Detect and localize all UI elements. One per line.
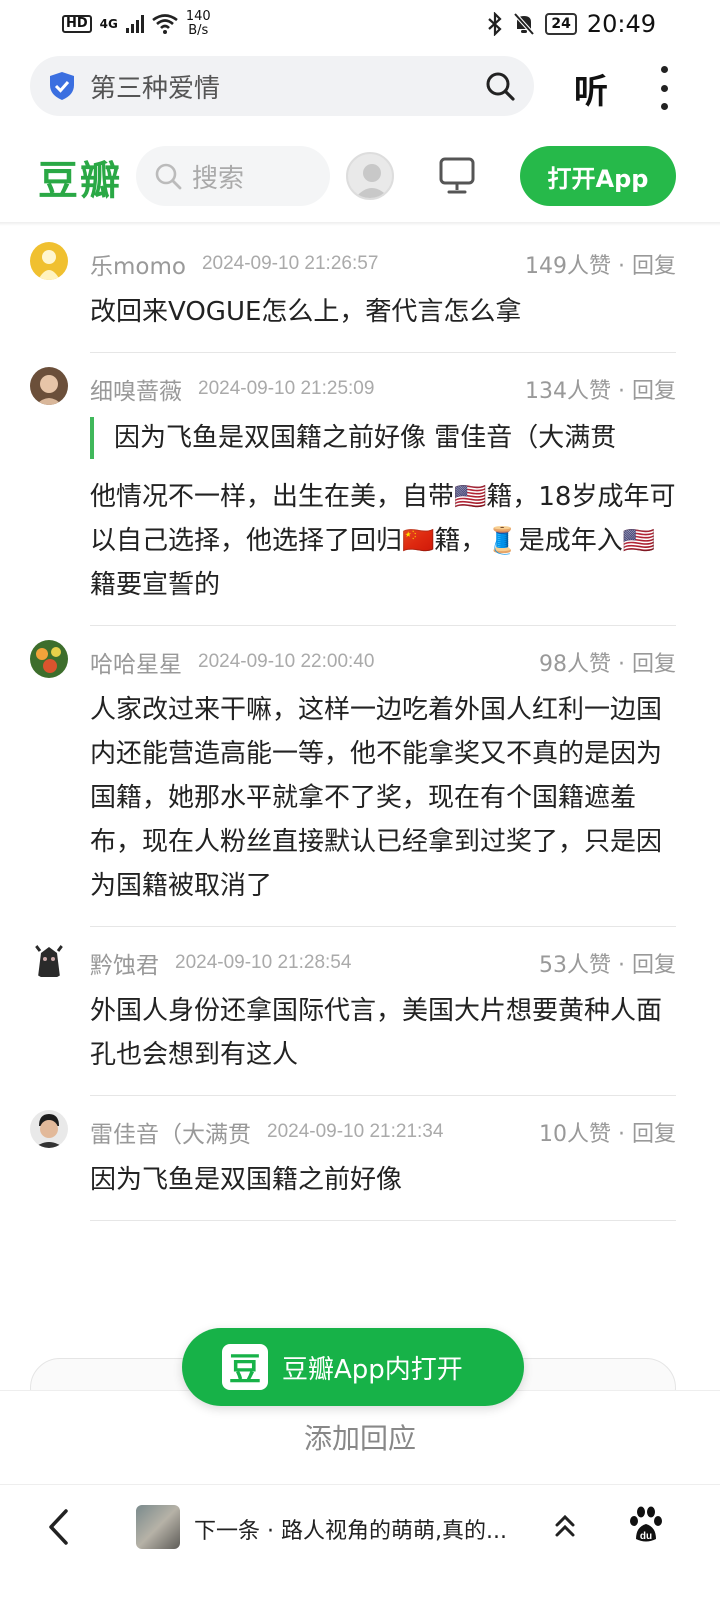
comment-text: 因为飞鱼是双国籍之前好像 (90, 1165, 403, 1195)
comment-author[interactable]: 哈哈星星 (90, 645, 182, 679)
comment-item: 乐momo 2024-09-10 21:26:57 149人赞 · 回复 改回来… (0, 238, 720, 352)
header-divider (0, 222, 720, 226)
bottom-navigation: 下一条 · 路人视角的萌萌,真的... du (0, 1484, 720, 1600)
comment-list: 乐momo 2024-09-10 21:26:57 149人赞 · 回复 改回来… (0, 238, 720, 1231)
divider (90, 625, 676, 626)
comment-time: 2024-09-10 21:25:09 (198, 378, 375, 399)
search-placeholder: 搜索 (192, 163, 245, 194)
comment-text: 外国人身份还拿国际代言，美国大片想要黄种人面孔也会想到有这人 (90, 996, 663, 1070)
back-icon[interactable] (44, 1507, 74, 1547)
like-reply-actions[interactable]: 98人赞 · 回复 (539, 646, 676, 678)
comment-item: 雷佳音（大满贯 2024-09-10 21:21:34 10人赞 · 回复 因为… (0, 1106, 720, 1220)
commenter-avatar[interactable] (30, 640, 68, 678)
comment-author[interactable]: 雷佳音（大满贯 (90, 1115, 251, 1149)
comment-time: 2024-09-10 21:28:54 (175, 952, 352, 973)
search-icon[interactable] (484, 70, 516, 102)
comment-time: 2024-09-10 21:21:34 (267, 1121, 444, 1142)
open-in-app-button[interactable]: 豆 豆瓣App内打开 (182, 1328, 524, 1406)
status-bar: HD 4G 140 B/s 24 20:49 (0, 0, 720, 48)
douban-app-icon: 豆 (222, 1344, 268, 1390)
double-chevron-up-icon[interactable] (554, 1513, 576, 1539)
network-speed: 140 B/s (185, 9, 211, 38)
comment-text: 改回来VOGUE怎么上，奢代言怎么拿 (90, 297, 522, 327)
bluetooth-icon (488, 12, 502, 36)
divider (90, 1220, 676, 1221)
comment-author[interactable]: 细嗅蔷薇 (90, 372, 182, 406)
monitor-icon[interactable] (438, 156, 476, 196)
douban-header: 豆瓣 搜索 打开App (0, 140, 720, 216)
divider (90, 1095, 676, 1096)
svg-text:du: du (640, 1531, 652, 1542)
comment-item: 细嗅蔷薇 2024-09-10 21:25:09 134人赞 · 回复 因为飞鱼… (0, 363, 720, 625)
signal-icon (125, 15, 144, 33)
like-reply-actions[interactable]: 134人赞 · 回复 (525, 373, 676, 405)
network-type: 4G (99, 17, 118, 31)
battery-icon: 24 (545, 13, 577, 35)
search-icon (155, 163, 182, 190)
douban-logo[interactable]: 豆瓣 (38, 148, 122, 206)
comment-time: 2024-09-10 21:26:57 (201, 253, 379, 274)
open-in-app-label: 豆瓣App内打开 (282, 1354, 463, 1385)
commenter-avatar[interactable] (30, 941, 68, 979)
shield-icon (50, 72, 74, 100)
comment-author[interactable]: 黔蚀君 (90, 946, 159, 980)
quoted-comment[interactable]: 因为飞鱼是双国籍之前好像 雷佳音（大满贯 (90, 417, 676, 459)
more-menu-icon[interactable] (654, 66, 674, 110)
comment-text: 他情况不一样，出生在美，自带🇺🇸籍，18岁成年可以自己选择，他选择了回归🇨🇳籍，… (90, 482, 676, 600)
comment-text: 人家改过来干嘛，这样一边吃着外国人红利一边国内还能营造高能一等，他不能拿奖又不真… (90, 695, 663, 901)
add-reply-label: 添加回应 (303, 1421, 416, 1455)
divider (90, 352, 676, 353)
address-text: 第三种爱情 (90, 73, 221, 104)
user-avatar-icon[interactable] (346, 152, 394, 200)
listen-button[interactable]: 听 (574, 64, 608, 113)
clock: 20:49 (586, 10, 656, 38)
browser-toolbar: 第三种爱情 听 (0, 56, 720, 118)
douban-search-input[interactable]: 搜索 (136, 146, 330, 206)
wifi-icon (152, 14, 178, 34)
open-app-button[interactable]: 打开App (520, 146, 676, 206)
next-article-link[interactable]: 下一条 · 路人视角的萌萌,真的... (194, 1513, 507, 1545)
commenter-avatar[interactable] (30, 1110, 68, 1148)
commenter-avatar[interactable] (30, 242, 68, 280)
like-reply-actions[interactable]: 53人赞 · 回复 (539, 947, 676, 979)
commenter-avatar[interactable] (30, 367, 68, 405)
comment-time: 2024-09-10 22:00:40 (198, 651, 375, 672)
comment-item: 哈哈星星 2024-09-10 22:00:40 98人赞 · 回复 人家改过来… (0, 636, 720, 926)
mute-bell-icon (513, 12, 535, 36)
address-bar[interactable]: 第三种爱情 (30, 56, 534, 116)
hd-icon: HD (62, 15, 92, 33)
baidu-paw-icon[interactable]: du (628, 1505, 664, 1545)
like-reply-actions[interactable]: 10人赞 · 回复 (539, 1116, 676, 1148)
like-reply-actions[interactable]: 149人赞 · 回复 (525, 248, 676, 280)
next-article-thumbnail[interactable] (136, 1505, 180, 1549)
comment-author[interactable]: 乐momo (90, 247, 186, 281)
divider (90, 926, 676, 927)
comment-item: 黔蚀君 2024-09-10 21:28:54 53人赞 · 回复 外国人身份还… (0, 937, 720, 1095)
